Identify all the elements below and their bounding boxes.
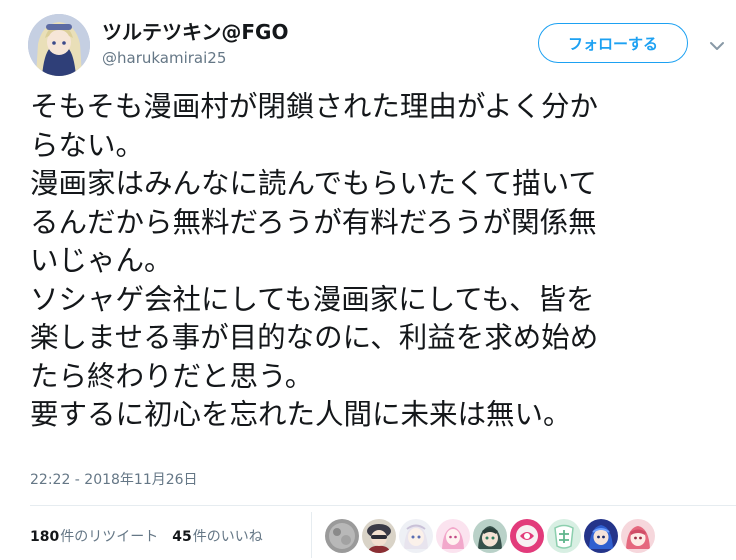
likes-label: 件のいいね [192,529,263,545]
tweet-text-line: そもそも漫画村が閉鎖された理由がよく分か [30,90,599,123]
tweet-card: ツルテツキン@FGO @harukamirai25 フォローする そもそも漫画村… [0,0,736,560]
retweets-stat[interactable]: 180 件のリツイート [30,526,158,546]
likes-stat[interactable]: 45 件のいいね [172,526,262,546]
likes-count: 45 [172,529,192,545]
retweets-label: 件のリツイート [60,529,159,545]
tweet-text-line: たら終わりだと思う。 [30,359,314,393]
tweet-text-line: 要するに初心を忘れた人間に未来は無い。 [30,398,572,431]
liker-avatar-3-icon[interactable] [399,519,433,553]
liker-avatar-1-icon[interactable] [325,519,359,553]
user-avatar-icon[interactable] [28,14,90,76]
liker-avatar-4-icon[interactable] [436,519,470,553]
stats-divider [311,512,312,558]
chevron-down-icon[interactable] [708,38,726,52]
liker-avatar-5-icon[interactable] [473,519,507,553]
follow-button[interactable]: フォローする [538,23,688,63]
liker-avatar-7-icon[interactable] [547,519,581,553]
tweet-text-line: 漫画家はみんなに読んでもらいたくて描いて [30,167,597,200]
tweet-text: そもそも漫画村が閉鎖された理由がよく分か らない。 漫画家はみんなに読んでもらい… [30,88,720,435]
tweet-timestamp[interactable]: 22:22 - 2018年11月26日 [30,469,198,489]
tweet-text-line: ソシャゲ会社にしても漫画家にしても、皆を [30,282,595,316]
liker-avatar-6-icon[interactable] [510,519,544,553]
tweet-text-line: いじゃん。 [30,244,173,277]
tweet-text-line: 楽しませる事が目的なのに、利益を求め始め [30,321,599,354]
tweet-text-line: らない。 [30,128,145,162]
retweets-count: 180 [30,529,60,545]
display-name[interactable]: ツルテツキン@FGO [102,16,288,45]
divider [30,505,736,506]
screen-name[interactable]: @harukamirai25 [102,49,226,67]
liker-avatar-8-icon[interactable] [584,519,618,553]
tweet-stats: 180 件のリツイート 45 件のいいね [30,522,263,550]
liker-avatar-9-icon[interactable] [621,519,655,553]
liker-avatar-2-icon[interactable] [362,519,396,553]
tweet-text-line: るんだから無料だろうが有料だろうが関係無 [30,205,597,239]
tweet-header: ツルテツキン@FGO @harukamirai25 フォローする [0,0,736,88]
